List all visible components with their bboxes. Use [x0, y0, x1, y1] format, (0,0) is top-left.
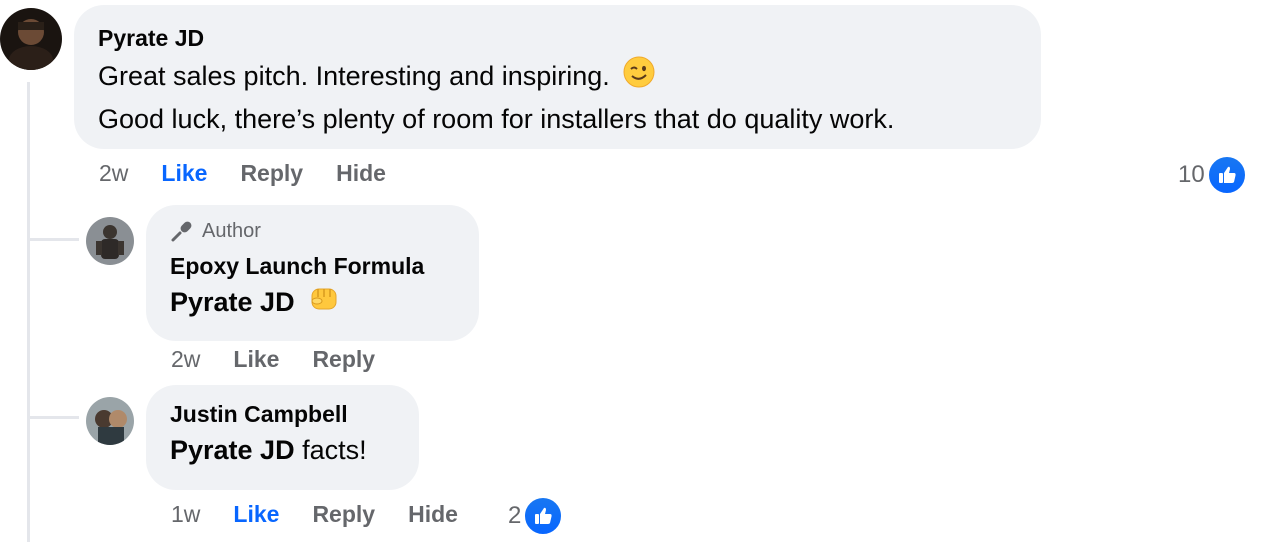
reaction-count: 2: [508, 502, 522, 529]
reaction-summary[interactable]: 10: [1178, 155, 1247, 195]
thumbs-up-icon: [523, 496, 564, 536]
comment-line: Great sales pitch. Interesting and inspi…: [98, 61, 610, 91]
reply-bubble: Author Epoxy Launch Formula Pyrate JD: [146, 205, 479, 341]
fist-emoji-icon: [308, 283, 340, 324]
reply-button[interactable]: Reply: [312, 501, 375, 528]
reply-button[interactable]: Reply: [240, 160, 303, 187]
avatar[interactable]: [86, 397, 134, 445]
comment-bubble: Pyrate JD Great sales pitch. Interesting…: [74, 5, 1041, 149]
thread-line-reply-2: [27, 416, 79, 419]
like-button[interactable]: Like: [233, 346, 279, 373]
avatar[interactable]: [0, 8, 62, 70]
mention-link[interactable]: Pyrate JD: [170, 435, 295, 465]
thread-line-reply-1: [27, 238, 79, 241]
author-badge: Author: [170, 219, 455, 243]
comment-actions: 2w Like Reply Hide: [99, 160, 419, 187]
wink-emoji-icon: [623, 56, 655, 99]
like-button[interactable]: Like: [233, 501, 279, 528]
reply-actions: 2w Like Reply: [171, 346, 408, 373]
comment-timestamp[interactable]: 2w: [99, 160, 128, 187]
reply-bubble: Justin Campbell Pyrate JD facts!: [146, 385, 419, 490]
comment-line: Good luck, there’s plenty of room for in…: [98, 104, 895, 135]
reply-timestamp[interactable]: 1w: [171, 501, 200, 528]
reply-button[interactable]: Reply: [312, 346, 375, 373]
author-badge-label: Author: [202, 219, 261, 242]
comment-text: Great sales pitch. Interesting and inspi…: [98, 56, 1017, 139]
reply-text: Pyrate JD facts!: [170, 430, 395, 470]
thumbs-up-icon: [1206, 155, 1247, 195]
reply-timestamp[interactable]: 2w: [171, 346, 200, 373]
avatar[interactable]: [86, 217, 134, 265]
reply-body: facts!: [302, 435, 367, 465]
reply-author[interactable]: Epoxy Launch Formula: [170, 253, 455, 280]
thread-line-vertical: [27, 82, 30, 542]
reaction-count: 10: [1178, 161, 1205, 188]
hide-button[interactable]: Hide: [408, 501, 458, 528]
reply-actions: 1w Like Reply Hide: [171, 501, 491, 528]
reply-text: Pyrate JD: [170, 282, 455, 324]
comment-author[interactable]: Pyrate JD: [98, 25, 1017, 52]
reply-author[interactable]: Justin Campbell: [170, 401, 395, 428]
mention-link[interactable]: Pyrate JD: [170, 287, 295, 317]
hide-button[interactable]: Hide: [336, 160, 386, 187]
reaction-summary[interactable]: 2: [508, 496, 564, 536]
microphone-icon: [170, 219, 194, 243]
like-button[interactable]: Like: [161, 160, 207, 187]
